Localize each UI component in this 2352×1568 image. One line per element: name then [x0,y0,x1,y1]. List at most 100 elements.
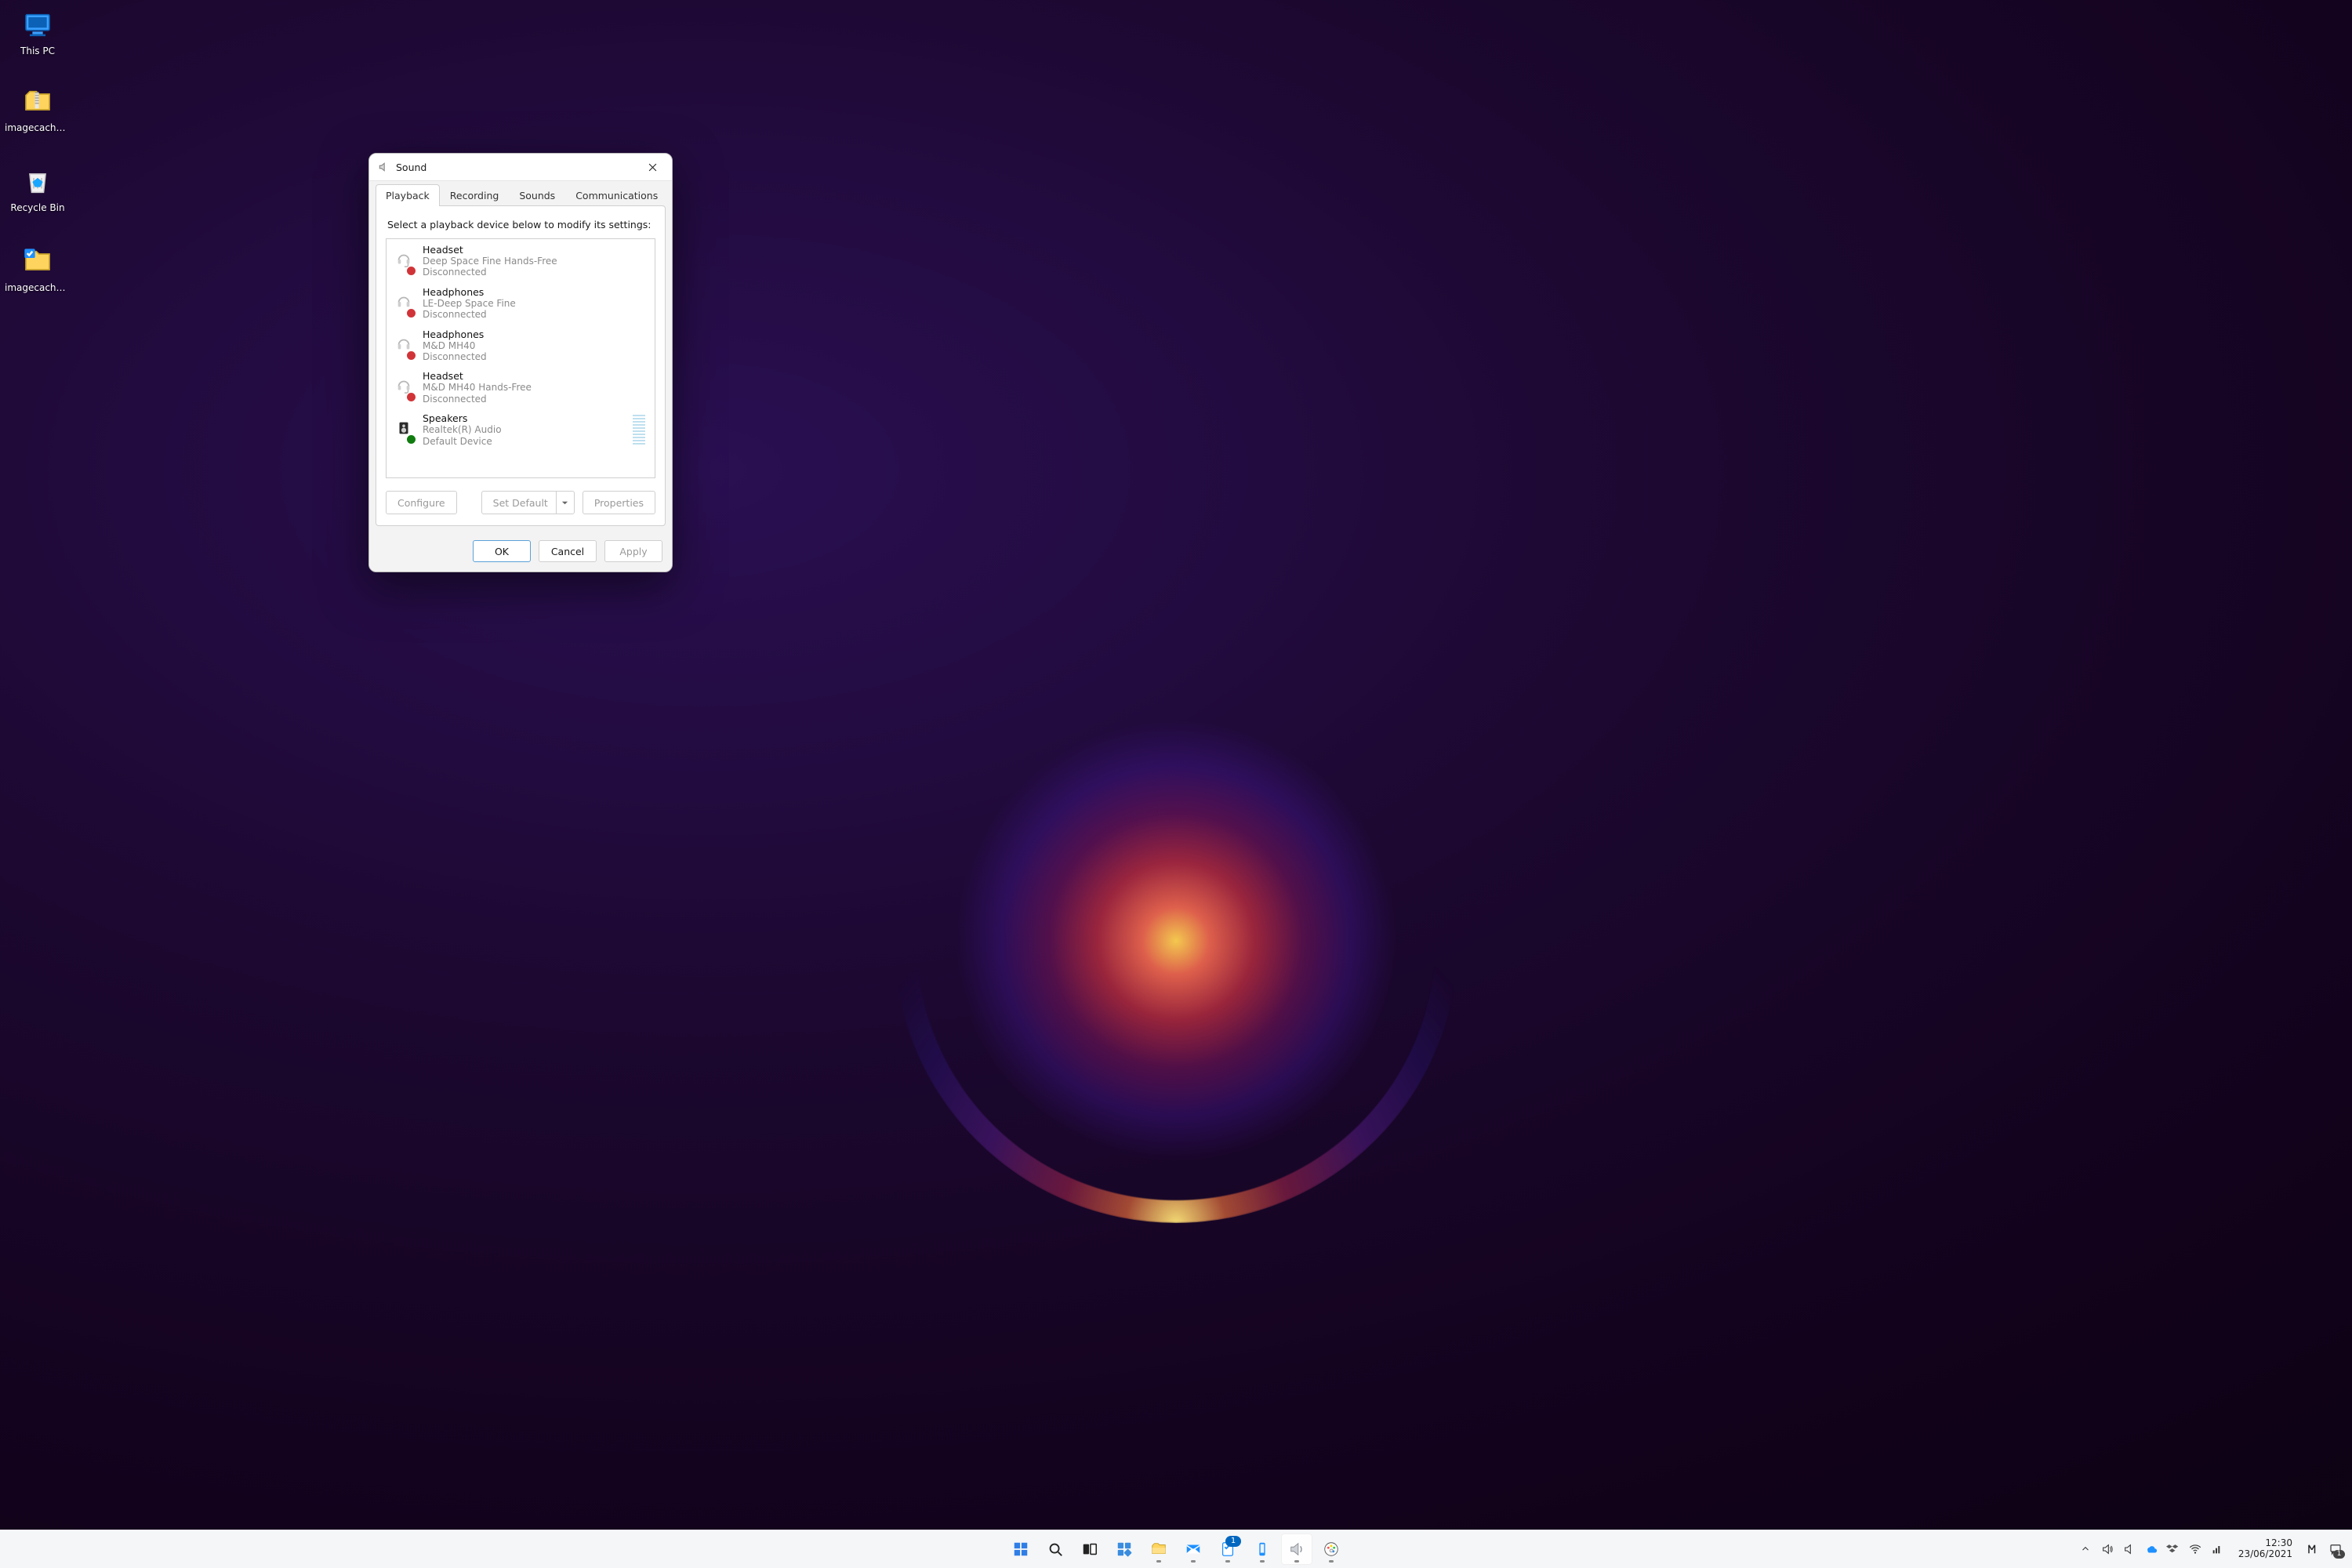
taskbar-paint[interactable] [1316,1534,1347,1565]
desktop-wallpaper [0,0,2352,1568]
device-row[interactable]: HeadsetDeep Space Fine Hands-FreeDisconn… [387,239,655,281]
taskbar-task-view[interactable] [1074,1534,1105,1565]
headset-icon [393,370,415,401]
device-list[interactable]: HeadsetDeep Space Fine Hands-FreeDisconn… [386,238,655,478]
paint-icon [1323,1541,1340,1558]
cancel-button[interactable]: Cancel [539,540,597,562]
device-title: Headset [423,370,648,382]
configure-button[interactable]: Configure [386,491,457,514]
desktop-icon-imagecache-zip[interactable]: imagecache... [5,85,71,133]
dialog-titlebar[interactable]: Sound [369,154,672,181]
set-default-button[interactable]: Set Default [481,491,575,514]
widgets-icon [1116,1541,1133,1558]
explorer-icon [1150,1541,1167,1558]
clock[interactable]: 12:30 23/06/2021 [2235,1538,2296,1560]
device-status: Default Device [423,436,625,447]
running-indicator [1260,1560,1265,1563]
clock-date: 23/06/2021 [2238,1549,2292,1560]
computer-icon [20,8,55,42]
mail-icon [1185,1541,1202,1558]
device-row[interactable]: SpeakersRealtek(R) AudioDefault Device [387,408,655,450]
device-row[interactable]: HeadphonesM&D MH40Disconnected [387,324,655,366]
running-indicator [1294,1560,1299,1563]
tray-network-icon[interactable] [2210,1542,2224,1556]
desktop-icon-label: Recycle Bin [10,202,64,213]
system-tray-extra: 1 [2302,1542,2347,1556]
tray-volume-icon[interactable] [2100,1542,2114,1556]
speaker-icon [393,412,415,444]
desktop-icon-label: imagecache... [5,282,71,293]
chevron-down-icon[interactable] [556,492,574,514]
running-indicator [1156,1560,1161,1563]
running-indicator [1191,1560,1196,1563]
taskbar-todo[interactable]: 1 [1212,1534,1243,1565]
device-title: Speakers [423,412,625,424]
taskbar-widgets[interactable] [1109,1534,1140,1565]
desktop-icon-recycle-bin[interactable]: Recycle Bin [5,165,71,213]
device-status: Disconnected [423,309,648,320]
tab-sounds[interactable]: Sounds [509,184,565,206]
folder-check-icon [20,245,55,279]
taskbar: 1 12:30 23/06/2021 1 [0,1530,2352,1568]
sound-icon [377,161,390,173]
taskbar-start[interactable] [1005,1534,1036,1565]
recycle-icon [20,165,55,199]
device-title: Headset [423,244,648,256]
check-badge-icon [406,434,416,445]
properties-button[interactable]: Properties [583,491,655,514]
desktop-icon-imagecache-folder[interactable]: imagecache... [5,245,71,293]
search-icon [1047,1541,1064,1558]
headset-icon [393,244,415,275]
desktop-icon-label: This PC [20,45,55,56]
badge-count: 1 [2333,1550,2345,1559]
taskbar-file-explorer[interactable] [1143,1534,1174,1565]
device-status: Disconnected [423,267,648,278]
close-button[interactable] [637,157,667,177]
tray-dropbox-icon[interactable] [2166,1542,2180,1556]
running-indicator [1225,1560,1230,1563]
taskbar-center: 1 [1005,1534,1347,1565]
device-subtitle: LE-Deep Space Fine [423,298,648,309]
winlogo-icon [1012,1541,1029,1558]
device-subtitle: Realtek(R) Audio [423,424,625,435]
device-subtitle: M&D MH40 [423,340,648,351]
tray-wifi-icon[interactable] [2188,1542,2202,1556]
disconnected-badge-icon [406,308,416,318]
taskbar-search[interactable] [1040,1534,1071,1565]
device-row[interactable]: HeadphonesLE-Deep Space FineDisconnected [387,281,655,324]
disconnected-badge-icon [406,350,416,361]
tab-playback[interactable]: Playback [376,184,440,206]
tray-monitor-app-icon[interactable] [2307,1542,2321,1556]
tray-speaker-tray-icon[interactable] [2122,1542,2136,1556]
taskbar-your-phone[interactable] [1247,1534,1278,1565]
ok-button[interactable]: OK [473,540,531,562]
level-meter [633,415,645,445]
desktop-icon-label: imagecache... [5,122,71,133]
badge-count: 1 [1225,1536,1241,1547]
tray-onedrive-icon[interactable] [2144,1542,2158,1556]
set-default-label: Set Default [493,497,548,509]
panel-actions: Configure Set Default Properties [386,491,655,514]
wallpaper-glow [894,659,1458,1223]
taskbar-sound-cpl[interactable] [1281,1534,1312,1565]
tab-recording[interactable]: Recording [440,184,510,206]
desktop-icon-this-pc[interactable]: This PC [5,8,71,56]
disconnected-badge-icon [406,266,416,276]
device-title: Headphones [423,286,648,298]
tab-communications[interactable]: Communications [565,184,668,206]
tray-action-center-icon[interactable]: 1 [2328,1542,2343,1556]
headphones-icon [393,328,415,360]
system-tray [2074,1542,2229,1556]
taskbar-mail[interactable] [1178,1534,1209,1565]
disconnected-badge-icon [406,392,416,402]
tab-strip: PlaybackRecordingSoundsCommunications [369,181,672,205]
zip-icon [20,85,55,119]
apply-button[interactable]: Apply [604,540,662,562]
soundcpl-icon [1288,1541,1305,1558]
tray-overflow-button[interactable] [2078,1542,2092,1556]
headphones-icon [393,286,415,318]
device-row[interactable]: HeadsetM&D MH40 Hands-FreeDisconnected [387,365,655,408]
device-title: Headphones [423,328,648,340]
sound-dialog: Sound PlaybackRecordingSoundsCommunicati… [368,153,673,572]
dialog-button-row: OK Cancel Apply [369,532,672,572]
